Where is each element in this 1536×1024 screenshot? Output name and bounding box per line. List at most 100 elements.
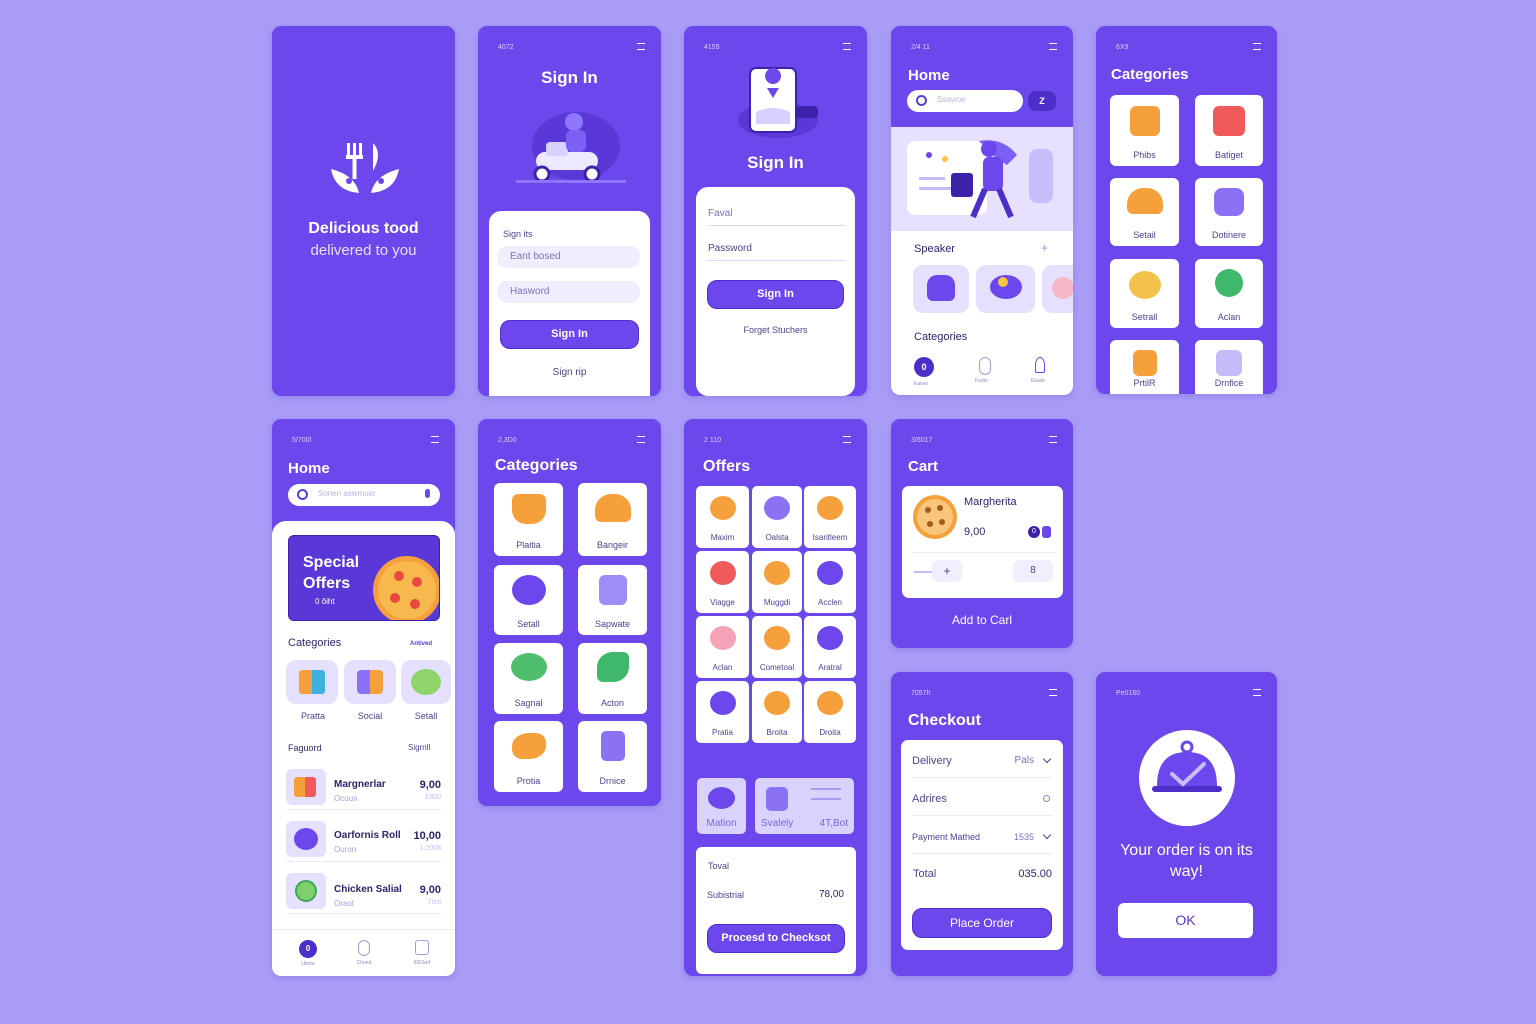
list-item[interactable]: Chicken Salial Oraot 9,00 7ìirtl [286, 871, 441, 914]
signin-screen-1: 4072 Sign In Sign its Eant bosed Hasword… [478, 26, 661, 396]
offer-tile[interactable]: Muggdi [752, 551, 802, 613]
sign-up-link[interactable]: Sign rip [489, 367, 650, 378]
ok-button[interactable]: OK [1118, 903, 1253, 938]
speaker-item[interactable] [913, 265, 969, 313]
menu-icon[interactable] [843, 43, 851, 50]
password-field[interactable]: Hasword [497, 281, 640, 303]
category-tile[interactable]: Drnice [578, 721, 647, 792]
splash-subline: delivered to you [310, 242, 417, 259]
nav-item-orders[interactable]: 60Ctorf [408, 940, 436, 966]
offer-tile[interactable]: Acclen [804, 551, 856, 613]
offer-tile[interactable]: Isaritleem [804, 486, 856, 548]
address-row[interactable]: Adrires [912, 786, 1052, 816]
offer-tile[interactable]: Maxim [696, 486, 749, 548]
search-icon [297, 489, 308, 500]
category-tile[interactable]: Dotinere [1195, 178, 1263, 246]
offer-tile[interactable]: Droita [804, 681, 856, 743]
offer-tile[interactable]: Aratral [804, 616, 856, 678]
category-tile[interactable]: Sagnal [494, 643, 563, 714]
forgot-password-link[interactable]: Forget Stuchers [696, 325, 855, 335]
menu-icon[interactable] [1049, 43, 1057, 50]
email-field[interactable]: Eant bosed [497, 246, 640, 268]
category-tile[interactable]: Acton [578, 643, 647, 714]
menu-icon[interactable] [637, 436, 645, 443]
category-tile[interactable]: Bangeir [578, 483, 647, 556]
menu-icon[interactable] [431, 436, 439, 443]
list-item[interactable]: Oarfornis Roll Ouron 10,00 1:2008 [286, 819, 441, 862]
order-summary-panel: Toval Subistrial 78,00 Procesd to Checks… [696, 847, 856, 974]
category-tile[interactable]: Aclan [1195, 259, 1263, 328]
menu-icon[interactable] [1253, 43, 1261, 50]
password-field[interactable]: Password [708, 243, 846, 261]
category-chip[interactable] [286, 660, 338, 704]
category-tile[interactable]: Batiget [1195, 95, 1263, 166]
promo-item[interactable]: Svalely 4T,Bot [755, 778, 854, 834]
add-to-cart-button[interactable]: Add to Carl [891, 613, 1073, 627]
category-tile[interactable]: Setrall [1110, 259, 1179, 328]
menu-icon[interactable] [1049, 689, 1057, 696]
list-item[interactable]: Margnerlar Ocoun 9,00 £800 [286, 767, 441, 810]
category-tile[interactable]: Drnfice [1195, 340, 1263, 394]
filter-button[interactable]: Z [1028, 91, 1056, 111]
category-chip[interactable] [401, 660, 451, 704]
search-input[interactable]: Sonen aswmuer [288, 484, 440, 506]
category-tile[interactable]: Phibs [1110, 95, 1179, 166]
nav-item-cart[interactable]: Chond [350, 940, 378, 966]
category-tile[interactable]: Setail [1110, 178, 1179, 246]
category-tile[interactable]: Protia [494, 721, 563, 792]
speaker-item[interactable] [976, 265, 1035, 313]
categories-see-all[interactable]: Antived [410, 641, 432, 647]
featured-see-all[interactable]: Sigrnll [408, 743, 430, 752]
sign-in-button[interactable]: Sign In [707, 280, 844, 309]
category-icon [357, 670, 383, 694]
offer-tile[interactable]: Aclan [696, 616, 749, 678]
mic-icon[interactable] [425, 489, 430, 498]
status-bar: 2/4 11 [911, 44, 930, 51]
promo-item[interactable]: Mation [697, 778, 746, 834]
categories-label: Categories [288, 637, 342, 649]
menu-icon[interactable] [637, 43, 645, 50]
offer-tile[interactable]: Cometoal [752, 616, 802, 678]
nav-home-icon: 0 [914, 357, 934, 377]
category-tile[interactable]: Sapwate [578, 565, 647, 635]
total-label: Toval [708, 861, 730, 871]
category-icon [511, 575, 546, 605]
add-icon[interactable]: + [1041, 241, 1048, 255]
menu-icon[interactable] [1049, 436, 1057, 443]
delete-icon[interactable] [1042, 526, 1051, 538]
category-tile[interactable]: Setall [494, 565, 563, 635]
category-chip[interactable] [344, 660, 396, 704]
special-offers-banner[interactable]: Special Offers 0 ôiht [288, 535, 440, 621]
menu-icon[interactable] [843, 436, 851, 443]
offer-tile[interactable]: Viagge [696, 551, 749, 613]
splash-screen: Delicious tood delivered to you [272, 26, 455, 396]
category-icon [1213, 106, 1245, 136]
nav-item-home[interactable]: 0 Ltkme [294, 940, 322, 967]
place-order-button[interactable]: Place Order [912, 908, 1052, 938]
offer-tile[interactable]: Pratia [696, 681, 749, 743]
category-tile[interactable]: Plaitia [494, 483, 563, 556]
qty-value[interactable]: 8 [1013, 560, 1053, 582]
nav-item-home[interactable]: 0 Eaiser [914, 357, 938, 387]
nav-item-orders[interactable]: Furtis [975, 357, 999, 384]
page-title: Home [908, 67, 950, 84]
increase-qty-button[interactable]: + [932, 560, 962, 582]
signin-screen-2: 4159 Sign In Faval Password Sign In Forg… [684, 26, 867, 396]
signin-form-panel: Faval Password Sign In Forget Stuchers [696, 187, 855, 396]
sign-in-button[interactable]: Sign In [500, 320, 639, 349]
email-field[interactable]: Faval [708, 208, 846, 226]
payment-method-row[interactable]: Payment Mathed 1535 [912, 824, 1052, 854]
search-input[interactable]: Ssawoe [907, 90, 1023, 112]
scooter-courier-illustration [516, 112, 626, 183]
offer-tile[interactable]: Oalsta [752, 486, 802, 548]
offer-tile[interactable]: Broita [752, 681, 802, 743]
proceed-checkout-button[interactable]: Procesd to Checksot [707, 924, 845, 953]
speaker-item-icon [1052, 277, 1073, 299]
status-bar: 2 110 [704, 437, 721, 444]
speaker-item[interactable] [1042, 265, 1073, 313]
delivery-row[interactable]: Delivery Pals [912, 748, 1052, 778]
category-tile[interactable]: PrtilR [1110, 340, 1179, 394]
nav-item-profile[interactable]: Elusto [1031, 357, 1055, 384]
qty-slider-track[interactable] [914, 571, 932, 573]
menu-icon[interactable] [1253, 689, 1261, 696]
